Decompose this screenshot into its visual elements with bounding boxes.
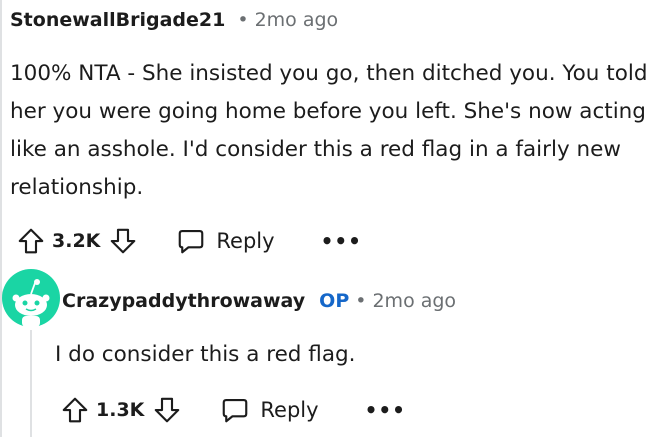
comment-score: 3.2K xyxy=(52,230,101,252)
meta-separator: • xyxy=(355,290,367,312)
reply-reply-button[interactable]: Reply xyxy=(220,395,319,425)
comment-icon xyxy=(176,226,206,256)
reply-actions: 1.3K Reply ••• xyxy=(60,390,406,430)
meta-separator: • xyxy=(237,9,249,31)
downvote-icon[interactable] xyxy=(108,226,138,256)
comment-username[interactable]: StonewallBrigade21 xyxy=(10,9,225,31)
comment-header: StonewallBrigade21 • 2mo ago xyxy=(10,6,338,34)
comment-icon xyxy=(220,395,250,425)
reply-timestamp[interactable]: 2mo ago xyxy=(372,290,456,312)
downvote-icon[interactable] xyxy=(152,395,182,425)
upvote-icon[interactable] xyxy=(16,226,46,256)
comment-timestamp[interactable]: 2mo ago xyxy=(255,9,339,31)
reply-username[interactable]: Crazypaddythrowaway xyxy=(62,290,305,312)
comment-actions: 3.2K Reply ••• xyxy=(16,221,362,261)
snoo-avatar-icon xyxy=(2,269,60,327)
comment-more-button[interactable]: ••• xyxy=(321,229,362,253)
comment-reply-label: Reply xyxy=(216,229,275,253)
reply-score: 1.3K xyxy=(96,399,145,421)
comment-reply-button[interactable]: Reply xyxy=(176,226,275,256)
reply-thread-line xyxy=(30,330,32,437)
upvote-icon[interactable] xyxy=(60,395,90,425)
thread-line xyxy=(0,0,2,437)
reply-body: I do consider this a red flag. xyxy=(55,342,356,367)
reply-header: Crazypaddythrowaway OP • 2mo ago xyxy=(62,287,456,315)
reply-reply-label: Reply xyxy=(260,398,319,422)
reply-avatar[interactable] xyxy=(2,269,60,327)
comment-body: 100% NTA - She insisted you go, then dit… xyxy=(10,61,648,200)
op-badge: OP xyxy=(319,290,350,312)
reply-more-button[interactable]: ••• xyxy=(365,398,406,422)
